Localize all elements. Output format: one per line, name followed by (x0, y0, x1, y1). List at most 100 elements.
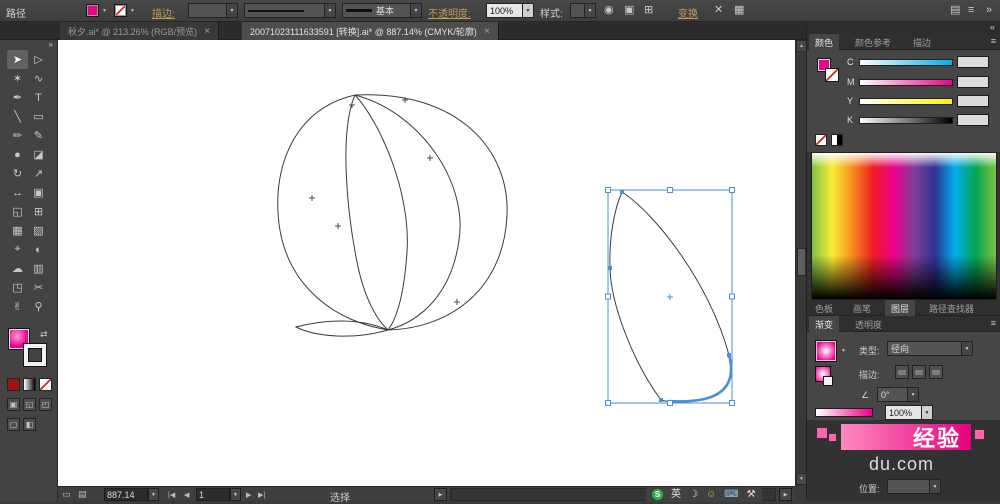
document-setup-icon[interactable]: ▣ (624, 5, 634, 16)
column-graph-tool[interactable]: ▥ (28, 259, 49, 278)
workspace-menu-icon[interactable]: ▤ (950, 5, 960, 16)
gradient-angle-combo[interactable]: 0° ▼ (877, 387, 919, 402)
mesh-tool[interactable]: ▦ (7, 221, 28, 240)
location-dropdown-icon[interactable]: ▼ (929, 480, 940, 493)
slice-tool[interactable]: ✂ (28, 278, 49, 297)
ime-logo[interactable]: S (652, 489, 663, 500)
transform-link[interactable]: 变换 (678, 5, 698, 20)
gradient-panel-menu-icon[interactable]: ≡ (991, 319, 996, 328)
width-profile-combo[interactable]: ▼ (244, 3, 336, 18)
eyedropper-tool[interactable]: ⌖ (7, 240, 28, 259)
previous-artboard-icon[interactable]: ◀ (184, 491, 189, 499)
tab-color-guide[interactable]: 颜色参考 (849, 34, 897, 50)
channel-y-value-field[interactable] (957, 95, 989, 107)
artboard-nav-icon[interactable]: ▭ (62, 490, 71, 499)
width-tool[interactable]: ↔ (7, 183, 28, 202)
selection-handle-e[interactable] (729, 293, 735, 300)
screen-mode-button[interactable]: ▢ (7, 418, 20, 431)
stroke-width-combo[interactable]: ▼ (188, 3, 238, 18)
selection-handle-w[interactable] (605, 293, 611, 300)
lasso-tool[interactable]: ∿ (28, 69, 49, 88)
blend-tool[interactable]: ◐ (28, 240, 49, 259)
stroke-panel-link[interactable]: 描边: (152, 5, 175, 20)
rectangle-tool[interactable]: ▭ (28, 107, 49, 126)
selection-handle-n[interactable] (667, 187, 673, 193)
zoom-dropdown-icon[interactable]: ▼ (148, 488, 159, 501)
symbol-sprayer-tool[interactable]: ☁ (7, 259, 28, 278)
toolbar-stroke-swatch[interactable] (24, 344, 46, 366)
magic-wand-tool[interactable]: ✶ (7, 69, 28, 88)
ime-moon-icon[interactable]: ☽ (689, 489, 698, 500)
status-menu-icon[interactable]: ▤ (78, 490, 87, 499)
close-tab-icon[interactable]: × (484, 26, 490, 37)
style-combo[interactable]: ▼ (570, 3, 596, 18)
channel-m-value-field[interactable] (957, 76, 989, 88)
collapse-panels-icon[interactable]: » (986, 5, 992, 16)
gradient-stroke-proxy[interactable] (823, 376, 833, 386)
width-profile-dropdown-icon[interactable]: ▼ (324, 4, 335, 17)
scroll-right-arrow-icon[interactable]: ▶ (779, 488, 792, 501)
draw-behind-button[interactable]: ◱ (23, 398, 36, 411)
direct-selection-tool[interactable]: ▷ (28, 50, 49, 69)
artboard-number-field[interactable] (196, 488, 230, 501)
artboard-tool[interactable]: ◳ (7, 278, 28, 297)
tab-layers[interactable]: 图层 (885, 300, 916, 316)
tab-brushes[interactable]: 画笔 (847, 300, 877, 316)
fill-color-swatch[interactable] (86, 4, 99, 17)
petal-anchor-right[interactable] (727, 353, 731, 357)
gradient-opacity-combo[interactable]: 100% ▼ (885, 405, 933, 420)
tab-pathfinder[interactable]: 路径查找器 (923, 300, 980, 316)
canvas[interactable] (58, 40, 795, 486)
gradient-tool[interactable]: ▧ (28, 221, 49, 240)
gradient-swatch-dropdown-icon[interactable]: ▼ (839, 344, 848, 357)
pencil-tool[interactable]: ✎ (28, 126, 49, 145)
shear-icon[interactable]: ✕ (714, 5, 723, 16)
brush-definition-combo[interactable]: 基本 ▼ (342, 3, 422, 18)
brush-dropdown-icon[interactable]: ▼ (410, 4, 421, 17)
fill-dropdown-icon[interactable]: ▼ (100, 4, 109, 17)
petal-anchor-top[interactable] (620, 190, 624, 194)
angle-dropdown-icon[interactable]: ▼ (907, 388, 918, 401)
selection-handle-se[interactable] (729, 400, 735, 406)
channel-c-slider[interactable] (859, 59, 953, 66)
last-artboard-icon[interactable]: ▶| (258, 491, 265, 499)
align-icon[interactable]: ⊞ (644, 5, 653, 16)
selection-handle-s[interactable] (667, 400, 673, 406)
zoom-level-field[interactable] (104, 488, 148, 501)
gradient-type-dropdown-icon[interactable]: ▼ (961, 342, 972, 355)
draw-normal-button[interactable]: ▣ (7, 398, 20, 411)
zoom-tool[interactable]: ⚲ (28, 297, 49, 316)
screen-mode-full-button[interactable]: ◧ (23, 418, 36, 431)
toolbar-collapse-icon[interactable]: » (49, 41, 53, 49)
panel-stroke-swatch[interactable] (825, 68, 839, 82)
tab-swatches[interactable]: 色板 (809, 300, 839, 316)
document-tab-1[interactable]: 秋夕.ai* @ 213.26% (RGB/预览) × (60, 22, 220, 40)
opacity-dropdown-icon[interactable]: ▼ (522, 4, 533, 17)
gradient-swatch[interactable] (815, 340, 837, 362)
dock-collapse-icon[interactable]: « (990, 23, 995, 32)
gradient-ramp[interactable] (815, 408, 873, 417)
scale-tool[interactable]: ↗ (28, 164, 49, 183)
petal-anchor-left[interactable] (608, 266, 612, 270)
selection-tool[interactable]: ➤ (7, 50, 28, 69)
color-panel-menu-icon[interactable]: ≡ (991, 37, 996, 46)
channel-c-value-field[interactable] (957, 56, 989, 68)
scroll-left-arrow-icon[interactable]: ▶ (434, 488, 447, 501)
pen-tool[interactable]: ✒ (7, 88, 28, 107)
shape-builder-tool[interactable]: ◱ (7, 202, 28, 221)
eraser-tool[interactable]: ◪ (28, 145, 49, 164)
selection-handle-nw[interactable] (605, 187, 611, 193)
black-white-swatch[interactable] (831, 134, 843, 146)
ime-keyboard-icon[interactable]: ⌨ (724, 489, 738, 500)
color-spectrum[interactable] (811, 152, 997, 300)
free-transform-tool[interactable]: ▣ (28, 183, 49, 202)
close-tab-icon[interactable]: × (204, 26, 210, 37)
selection-handle-ne[interactable] (729, 187, 735, 193)
channel-k-slider[interactable] (859, 117, 953, 124)
tab-stroke[interactable]: 描边 (907, 34, 937, 50)
gradient-stroke-along-icon[interactable] (912, 365, 926, 379)
ime-toolbox-icon[interactable]: ⚒ (747, 489, 756, 500)
gradient-stroke-option-icon[interactable] (895, 365, 909, 379)
line-segment-tool[interactable]: ╲ (7, 107, 28, 126)
blob-brush-tool[interactable]: ● (7, 145, 28, 164)
